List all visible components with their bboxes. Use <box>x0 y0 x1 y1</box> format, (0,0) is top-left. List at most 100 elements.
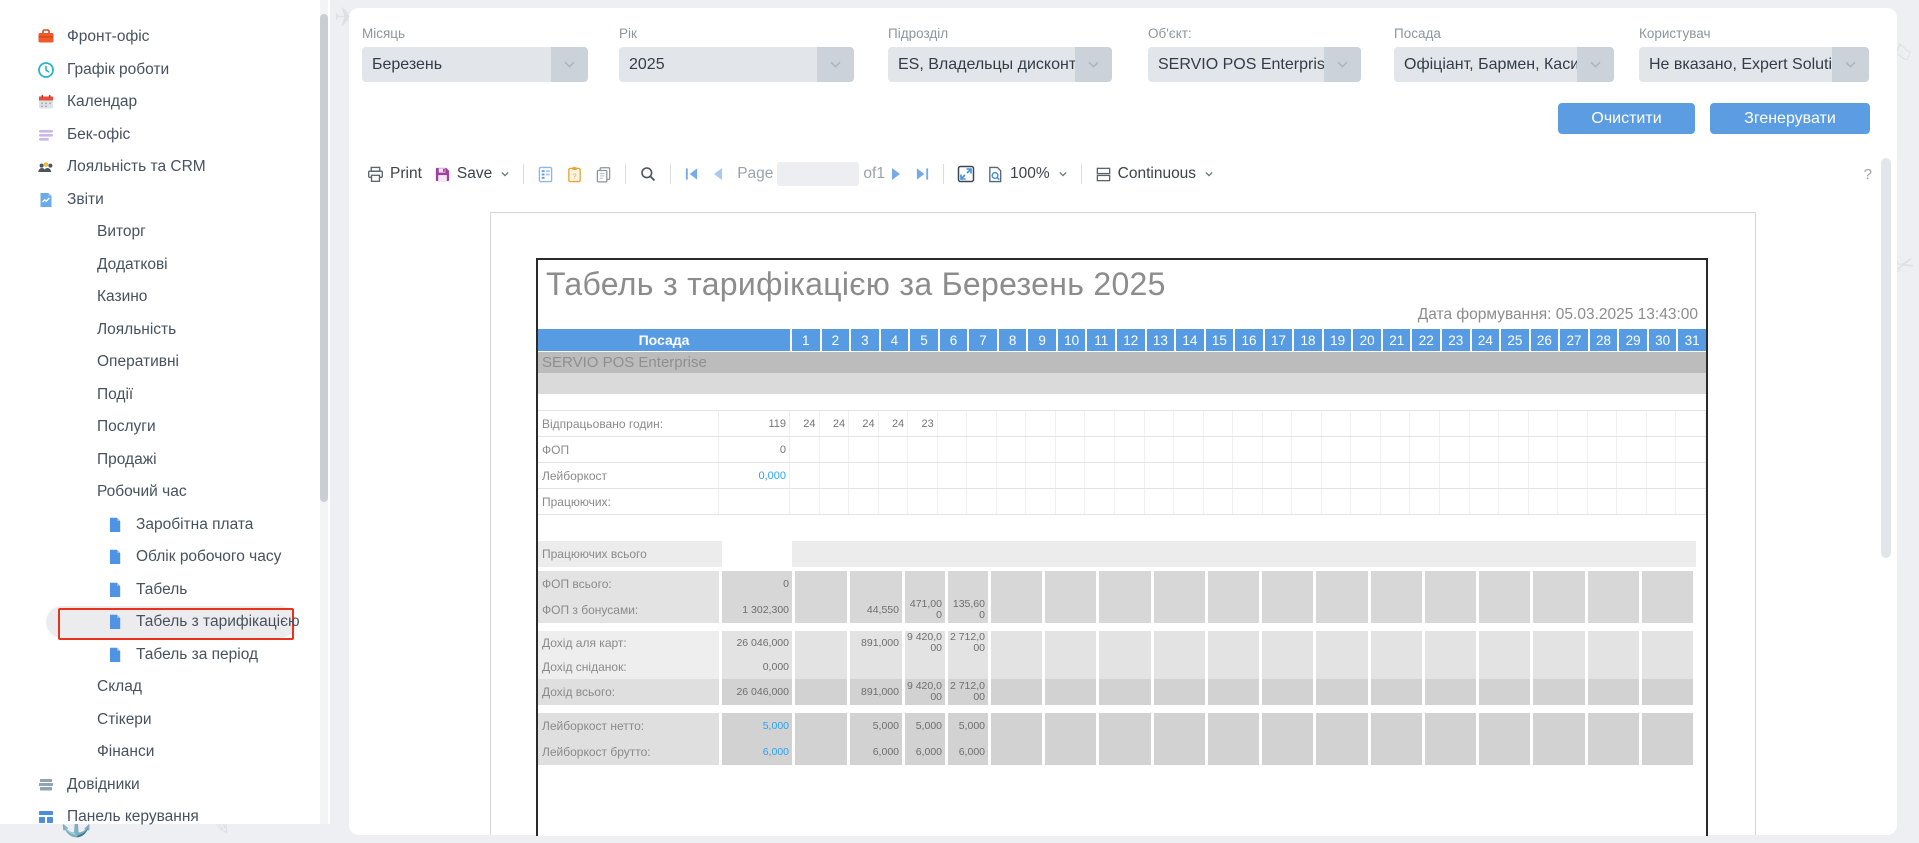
report-parameters-button[interactable] <box>537 166 554 183</box>
filter-select[interactable]: Офіціант, Бармен, Касир, Сі <box>1394 47 1614 82</box>
clipboard-button[interactable]: ? <box>566 166 583 183</box>
sidebar-item-label: Бек-офіс <box>67 126 130 144</box>
search-button[interactable] <box>639 165 657 183</box>
day-cell <box>1381 489 1411 514</box>
page-number-input[interactable] <box>777 162 859 186</box>
filter-select[interactable]: Не вказано, Expert Solution <box>1639 47 1869 82</box>
previous-page-button[interactable] <box>711 167 723 181</box>
fullscreen-button[interactable] <box>957 165 975 183</box>
layout-select[interactable]: Continuous <box>1095 165 1214 183</box>
summary-cell: 6,000 <box>850 739 902 765</box>
day-cell: 24 <box>820 411 850 436</box>
chevron-down-icon <box>1324 47 1361 82</box>
panel-icon <box>37 808 55 826</box>
clear-button[interactable]: Очистити <box>1558 103 1695 134</box>
summary-cell <box>1479 631 1530 655</box>
day-cell <box>1085 411 1115 436</box>
layout-icon <box>1095 166 1112 183</box>
summary-cell <box>1371 597 1422 623</box>
sidebar-item-довідники[interactable]: Довідники <box>0 769 330 802</box>
sidebar-item-табель[interactable]: Табель <box>0 574 330 607</box>
sidebar-item-табель-за-період[interactable]: Табель за період <box>0 639 330 672</box>
help-button[interactable]: ? <box>1864 166 1872 183</box>
sidebar: Фронт-офіс Графік роботи Календар Бек-оф… <box>0 0 330 824</box>
sidebar-scrollbar-thumb[interactable] <box>320 14 328 502</box>
report-toolbar: Print Save ? Page of1 100% Continuo <box>349 156 1869 192</box>
sidebar-item-послуги[interactable]: Послуги <box>0 411 330 444</box>
day-cell <box>1056 463 1086 488</box>
summary-cell <box>1588 713 1639 739</box>
copy-button[interactable] <box>595 166 612 183</box>
sidebar-item-додаткові[interactable]: Додаткові <box>0 249 330 282</box>
header-day-cell: 27 <box>1560 329 1588 351</box>
sidebar-item-фінанси[interactable]: Фінанси <box>0 736 330 769</box>
summary-cell <box>1642 679 1693 705</box>
print-button[interactable]: Print <box>367 165 422 183</box>
sidebar-item-оперативні[interactable]: Оперативні <box>0 346 330 379</box>
filter-select[interactable]: ES, Владельцы дисконтных <box>888 47 1112 82</box>
filter-select[interactable]: SERVIO POS Enterprise <box>1148 47 1361 82</box>
next-page-button[interactable] <box>891 167 903 181</box>
summary-cell <box>1642 571 1693 597</box>
sidebar-item-label: Оперативні <box>97 353 179 371</box>
summary-cell <box>1208 713 1259 739</box>
sidebar-item-календар[interactable]: Календар <box>0 86 330 119</box>
sidebar-item-казино[interactable]: Казино <box>0 281 330 314</box>
day-cell <box>1145 437 1175 462</box>
day-cell <box>820 437 850 462</box>
day-cell <box>1499 463 1529 488</box>
books-icon <box>37 776 55 794</box>
day-cell <box>1529 437 1559 462</box>
sidebar-item-робочий-час[interactable]: Робочий час <box>0 476 330 509</box>
summary-cell: 135,600 <box>948 597 988 623</box>
sidebar-item-бек-офіс[interactable]: Бек-офіс <box>0 119 330 152</box>
sidebar-item-стікери[interactable]: Стікери <box>0 704 330 737</box>
sidebar-item-заробітна-плата[interactable]: Заробітна плата <box>0 509 330 542</box>
header-cell-posada: Посада <box>538 329 790 351</box>
report-title: Табель з тарифікацією за Березень 2025 <box>546 266 1706 303</box>
first-page-button[interactable] <box>684 167 699 181</box>
summary-cell <box>850 571 902 597</box>
sidebar-item-виторг[interactable]: Виторг <box>0 216 330 249</box>
last-page-button[interactable] <box>915 167 930 181</box>
sidebar-item-продажі[interactable]: Продажі <box>0 444 330 477</box>
sidebar-item-облік-робочого-часу[interactable]: Облік робочого часу <box>0 541 330 574</box>
sidebar-item-лояльність-та-crm[interactable]: Лояльність та CRM <box>0 151 330 184</box>
sidebar-item-графік-роботи[interactable]: Графік роботи <box>0 54 330 87</box>
summary-cell: 5,000 <box>850 713 902 739</box>
header-day-cell: 21 <box>1383 329 1411 351</box>
summary-cell <box>1425 655 1476 679</box>
sidebar-scrollbar[interactable] <box>320 0 328 824</box>
report-generated-date: Дата формування: 05.03.2025 13:43:00 <box>1418 306 1698 324</box>
day-cell <box>1115 489 1145 514</box>
sidebar-item-панель-керування[interactable]: Панель керування <box>0 801 330 834</box>
summary-cell <box>948 571 988 597</box>
day-cell <box>1410 463 1440 488</box>
sidebar-item-табель-з-тарифікацією[interactable]: Табель з тарифікацією <box>0 606 330 639</box>
day-cell <box>790 489 820 514</box>
printer-icon <box>367 166 384 183</box>
filter-select[interactable]: 2025 <box>619 47 854 82</box>
filter-select[interactable]: Березень <box>362 47 588 82</box>
zoom-select[interactable]: 100% <box>987 165 1068 183</box>
day-cell <box>1647 411 1677 436</box>
sidebar-item-фронт-офіс[interactable]: Фронт-офіс <box>0 21 330 54</box>
object-group-row: SERVIO POS Enterprise <box>538 352 1706 373</box>
day-cell <box>1588 411 1618 436</box>
save-button[interactable]: Save <box>434 165 510 183</box>
sidebar-item-події[interactable]: Події <box>0 379 330 412</box>
day-cell <box>908 489 938 514</box>
summary-cell <box>1533 541 1584 567</box>
summary-cell <box>1099 571 1150 597</box>
filter-value: Не вказано, Expert Solution <box>1649 56 1850 74</box>
sidebar-item-звіти[interactable]: Звіти <box>0 184 330 217</box>
day-cell <box>1204 437 1234 462</box>
panel-scrollbar-thumb[interactable] <box>1881 158 1891 558</box>
day-cell <box>1351 463 1381 488</box>
generate-button[interactable]: Згенерувати <box>1710 103 1870 134</box>
summary-row: Працюючих всього <box>538 541 1696 567</box>
summary-cell <box>1262 739 1313 765</box>
summary-section: Працюючих всьогоФОП всього:0ФОП з бонуса… <box>538 541 1706 765</box>
sidebar-item-склад[interactable]: Склад <box>0 671 330 704</box>
sidebar-item-лояльність[interactable]: Лояльність <box>0 314 330 347</box>
